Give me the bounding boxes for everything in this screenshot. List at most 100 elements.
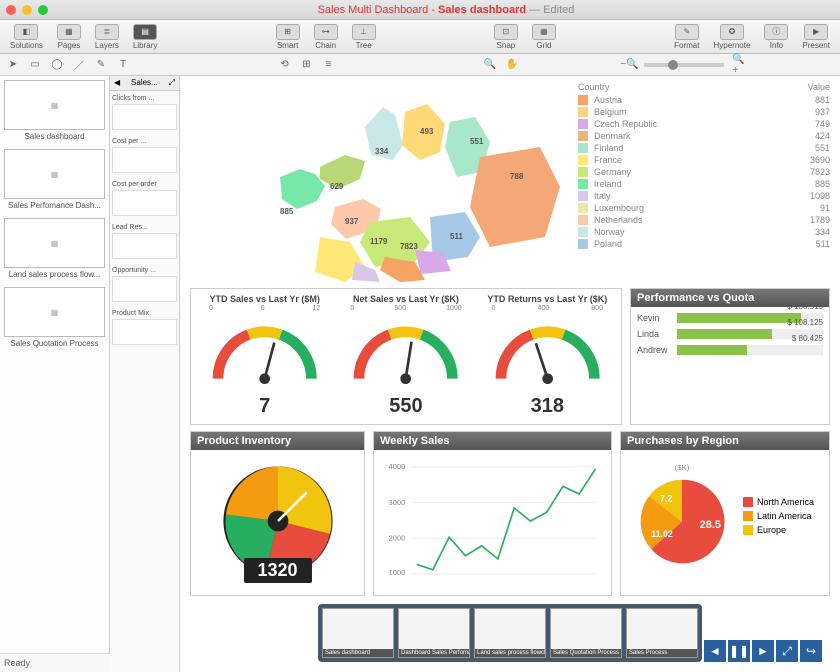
legend-swatch [578, 131, 588, 141]
legend-row: Norway 334 [578, 226, 830, 238]
pen-icon[interactable]: ✎ [94, 58, 108, 72]
inventory-title: Product Inventory [191, 432, 364, 450]
europe-map[interactable]: 33449355162978888593711797823511 [190, 82, 570, 282]
gauges-panel: YTD Sales vs Last Yr ($M) 0612 7 Net Sal… [190, 288, 622, 425]
library-section-0[interactable]: Clicks from ... [110, 91, 179, 134]
filmstrip-exit-button[interactable]: ↪ [800, 640, 822, 662]
toolbar-pages[interactable]: ▦Pages [51, 24, 87, 50]
align-icon[interactable]: ≡ [321, 58, 335, 72]
title-doc: Sales dashboard [438, 4, 526, 16]
legend-swatch [743, 497, 753, 507]
toolbar-snap[interactable]: ⊡Snap [488, 24, 524, 50]
close-icon[interactable] [6, 5, 16, 15]
filmstrip-prev-button[interactable]: ◄ [704, 640, 726, 662]
svg-text:4000: 4000 [389, 462, 406, 471]
library-preview [112, 190, 177, 216]
gauge-0: YTD Sales vs Last Yr ($M) 0612 7 [197, 295, 332, 418]
legend-row: Austria 881 [578, 94, 830, 106]
filmstrip-expand-button[interactable]: ⤢ [776, 640, 798, 662]
library-section-1[interactable]: Cost per ... [110, 134, 179, 177]
minimize-icon[interactable] [22, 5, 32, 15]
toolbar-solutions[interactable]: ◧Solutions [4, 24, 49, 50]
legend-country: Czech Republic [594, 119, 815, 129]
zoom-plus-icon[interactable]: 🔍+ [732, 58, 746, 72]
purchases-legend-row: Europe [743, 523, 814, 537]
map-value-label: 885 [280, 207, 293, 216]
pointer-icon[interactable]: ➤ [6, 58, 20, 72]
legend-value: 511 [816, 239, 830, 249]
zoom-slider[interactable] [644, 63, 724, 67]
map-value-label: 629 [330, 182, 343, 191]
zoom-minus-icon[interactable]: −🔍 [622, 58, 636, 72]
page-thumb-1[interactable]: ▦ Sales Perfomance Dash... [4, 149, 105, 212]
layers-icon: ≣ [95, 24, 119, 40]
library-section-title: Opportunity ... [112, 265, 177, 276]
hand-icon[interactable]: ✋ [505, 58, 519, 72]
filmstrip-image [627, 609, 697, 649]
zoom-out-icon[interactable]: 🔍 [483, 58, 497, 72]
toolbar-grid[interactable]: ▦Grid [526, 24, 562, 50]
filmstrip-next-button[interactable]: ► [752, 640, 774, 662]
hypernote-icon: ✪ [720, 24, 744, 40]
legend-swatch [578, 239, 588, 249]
title-prefix: Sales Multi Dashboard - [318, 4, 438, 16]
performance-amount: $ 138.515 [787, 302, 823, 311]
rect-icon[interactable]: ▭ [28, 58, 42, 72]
library-section-4[interactable]: Opportunity ... [110, 263, 179, 306]
legend-label: Latin America [757, 511, 812, 521]
toolbar-present[interactable]: ▶Present [796, 24, 836, 50]
library-section-title: Cost per order [112, 179, 177, 190]
legend-country: Italy [594, 191, 810, 201]
filmstrip-thumb-3[interactable]: Sales Quotation Process [550, 608, 622, 658]
dashboard-canvas[interactable]: 33449355162978888593711797823511 Country… [180, 76, 840, 672]
library-header[interactable]: ◀Sales...⤢ [110, 76, 179, 91]
legend-country: Finland [594, 143, 815, 153]
legend-swatch [578, 179, 588, 189]
svg-text:3000: 3000 [389, 498, 406, 507]
filmstrip-thumb-4[interactable]: Sales Process [626, 608, 698, 658]
page-thumb-3[interactable]: ▦ Sales Quotation Process [4, 287, 105, 350]
legend-value: 749 [815, 119, 830, 129]
page-thumb-0[interactable]: ▦ Sales dashboard [4, 80, 105, 143]
legend-swatch [578, 215, 588, 225]
maximize-icon[interactable] [38, 5, 48, 15]
legend-swatch [578, 191, 588, 201]
toolbar-format[interactable]: ✎Format [668, 24, 705, 50]
filmstrip-thumb-2[interactable]: Land sales process flowchart [474, 608, 546, 658]
filmstrip-label: Sales Process [627, 649, 697, 657]
toolbar-library[interactable]: ▤Library [127, 24, 163, 50]
svg-text:2000: 2000 [389, 533, 406, 542]
snap-icon: ⊡ [494, 24, 518, 40]
legend-swatch [578, 203, 588, 213]
filmstrip-thumb-1[interactable]: Dashboard Sales Perfomance [398, 608, 470, 658]
rotate-icon[interactable]: ⟲ [277, 58, 291, 72]
group-icon[interactable]: ⊞ [299, 58, 313, 72]
filmstrip-image [551, 609, 621, 649]
ellipse-icon[interactable]: ◯ [50, 58, 64, 72]
performance-name: Andrew [637, 345, 677, 355]
page-thumb-2[interactable]: ▦ Land sales process flow... [4, 218, 105, 281]
toolbar-info[interactable]: ⓘInfo [758, 24, 794, 50]
toolbar-tree[interactable]: ⊥Tree [346, 24, 382, 50]
gauge-value: 318 [480, 395, 615, 418]
page-thumb-image: ▦ [4, 218, 105, 268]
toolbar-smart[interactable]: ⊞Smart [270, 24, 306, 50]
gauge-title: YTD Returns vs Last Yr ($K) [480, 295, 615, 305]
line-icon[interactable]: ／ [72, 58, 86, 72]
library-section-3[interactable]: Lead Res... [110, 220, 179, 263]
toolbar-chain[interactable]: ⊶Chain [308, 24, 344, 50]
page-filmstrip: Sales dashboard Dashboard Sales Perfoman… [318, 604, 702, 662]
toolbar-layers[interactable]: ≣Layers [89, 24, 125, 50]
performance-name: Kevin [637, 313, 677, 323]
filmstrip-label: Dashboard Sales Perfomance [399, 649, 469, 657]
filmstrip-label: Sales Quotation Process [551, 649, 621, 657]
legend-row: Ireland 885 [578, 178, 830, 190]
filmstrip-pause-button[interactable]: ❚❚ [728, 640, 750, 662]
expand-icon[interactable]: ⤢ [169, 78, 175, 88]
library-section-5[interactable]: Product Mix [110, 306, 179, 349]
legend-country: Germany [594, 167, 810, 177]
toolbar-hypernote[interactable]: ✪Hypernote [707, 24, 756, 50]
filmstrip-thumb-0[interactable]: Sales dashboard [322, 608, 394, 658]
library-section-2[interactable]: Cost per order [110, 177, 179, 220]
text-icon[interactable]: T [116, 58, 130, 72]
